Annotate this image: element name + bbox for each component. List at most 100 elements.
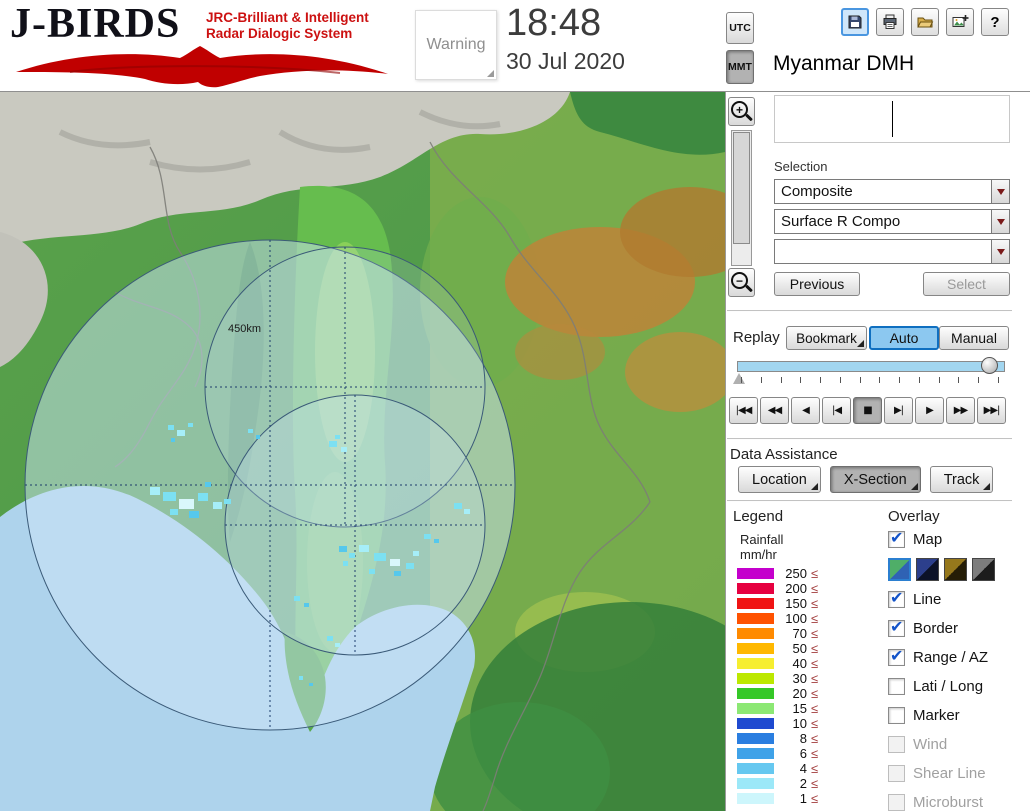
playback-first-button[interactable]: |◀◀ [729,397,758,424]
playback-play-reverse-button[interactable]: ◀ [791,397,820,424]
overlay-item-marker[interactable]: Marker [888,705,1030,725]
manual-button[interactable]: Manual [939,326,1009,350]
legend-value: 4 [799,761,807,776]
location-button[interactable]: Location [738,466,821,493]
playback-step-back-button[interactable]: |◀ [822,397,851,424]
overlay-item-lati-long[interactable]: Lati / Long [888,676,1030,696]
playback-play-button[interactable]: ▶ [915,397,944,424]
overlay-item-border[interactable]: ✔ Border [888,617,1030,638]
timeline-tick [938,377,940,383]
checkbox[interactable]: ✔ [888,646,905,666]
replay-timeline-knob[interactable] [981,357,998,374]
message-box[interactable] [774,95,1010,143]
playback-last-button[interactable]: ▶▶| [977,397,1006,424]
overlay-checkboxes: ✔ Map ✔ Line ✔ Border ✔ Range / AZ Lati / Long Ma… [888,528,1030,811]
add-image-button[interactable] [946,8,974,36]
map-area[interactable]: 450km [0,92,725,811]
legend-suffix: ≤ [811,686,819,701]
legend-value: 1 [799,791,807,806]
chevron-down-icon[interactable] [991,180,1009,203]
checkbox[interactable]: ✔ [888,528,905,548]
composite-combo[interactable]: Composite [774,179,1010,204]
legend-suffix: ≤ [811,611,819,626]
timeline-tick [899,377,901,383]
header: J-BIRDS JRC-Brilliant & Intelligent Rada… [0,0,1030,92]
overlay-item-label: Map [913,530,943,548]
legend-color-swatch [737,718,774,729]
previous-button[interactable]: Previous [774,272,860,296]
legend-color-swatch [737,748,774,759]
save-button[interactable] [841,8,869,36]
checkbox[interactable] [888,677,905,695]
chevron-down-icon[interactable] [991,240,1009,263]
bookmark-button[interactable]: Bookmark [786,326,867,350]
overlay-item-range-az[interactable]: ✔ Range / AZ [888,646,1030,667]
legend-entry: 200 ≤ [737,581,818,596]
playback-fast-rewind-button[interactable]: ◀◀ [760,397,789,424]
timeline-tick [800,377,802,383]
organization-title: Myanmar DMH [773,52,915,75]
legend-suffix: ≤ [811,596,819,611]
legend-entry: 1 ≤ [737,791,818,806]
utc-button[interactable]: UTC [726,12,754,44]
print-button[interactable] [876,8,904,36]
timeline-tick [741,377,742,383]
open-folder-button[interactable] [911,8,939,36]
chevron-down-icon[interactable] [991,210,1009,233]
map-style-terrain[interactable] [888,558,911,581]
divider [727,438,1012,440]
map-canvas[interactable]: 450km [0,92,725,811]
timeline-tick [780,377,782,383]
timeline-tick [958,377,960,383]
elevation-combo[interactable] [774,239,1010,264]
mmt-button[interactable]: MMT [726,50,754,84]
zoom-in-button[interactable]: + [728,97,755,126]
logo-subtitle-1: JRC-Brilliant & Intelligent [206,10,369,25]
legend-suffix: ≤ [811,761,819,776]
x-section-button[interactable]: X-Section [829,466,921,493]
legend-value: 50 [792,641,807,656]
legend-entry: 30 ≤ [737,671,818,686]
warning-button[interactable]: Warning [415,10,497,80]
checkbox[interactable] [888,706,905,724]
playback-step-forward-button[interactable]: ▶| [884,397,913,424]
timeline-tick [820,377,822,383]
zoom-out-button[interactable]: − [728,268,755,297]
composite-combo-value: Composite [781,183,853,200]
help-button[interactable]: ? [981,8,1009,36]
legend-suffix: ≤ [811,791,819,806]
jbirds-logo: J-BIRDS JRC-Brilliant & Intelligent Rada… [10,2,410,90]
timeline-tick [997,377,999,383]
legend-color-swatch [737,598,774,609]
legend-suffix: ≤ [811,566,819,581]
map-style-olive[interactable] [944,558,967,581]
legend-suffix: ≤ [811,656,819,671]
select-button[interactable]: Select [923,272,1010,296]
checkbox[interactable]: ✔ [888,588,905,608]
text-caret [892,101,893,137]
auto-button[interactable]: Auto [869,326,939,350]
overlay-item-map[interactable]: ✔ Map [888,528,1030,549]
product-combo[interactable]: Surface R Compo [774,209,1010,234]
legend-value: 20 [792,686,807,701]
legend-unit: Rainfall mm/hr [740,532,783,562]
legend-entry: 10 ≤ [737,716,818,731]
overlay-item-label: Lati / Long [913,677,984,695]
playback-fast-forward-button[interactable]: ▶▶ [946,397,975,424]
zoom-slider-thumb[interactable] [733,132,750,244]
overlay-item-line[interactable]: ✔ Line [888,588,1030,609]
track-button[interactable]: Track [929,466,994,493]
legend-value: 6 [799,746,807,761]
checkbox[interactable]: ✔ [888,617,905,637]
legend-entry: 70 ≤ [737,626,818,641]
replay-timeline-track[interactable] [737,361,1005,372]
zoom-slider[interactable] [731,130,752,266]
data-assistance-buttons: Location X-Section Track [738,466,994,493]
map-style-grayscale[interactable] [972,558,995,581]
clock-time: 18:48 [506,2,602,44]
map-style-navy[interactable] [916,558,939,581]
product-combo-value: Surface R Compo [781,213,901,230]
playback-stop-button[interactable]: ■ [853,397,882,424]
add-image-icon [952,15,969,27]
zoom-in-icon: + [735,102,743,117]
